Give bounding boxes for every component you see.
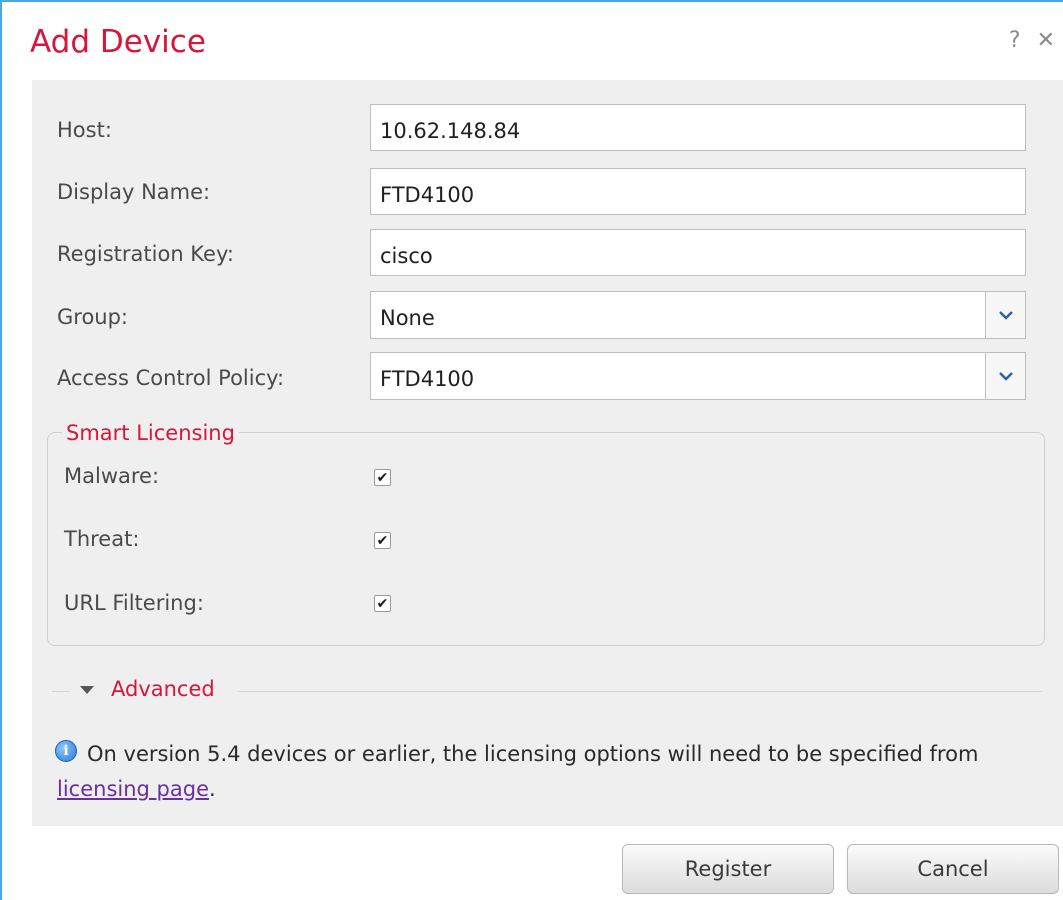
smart-licensing-legend: Smart Licensing	[62, 421, 239, 445]
info-message-suffix: .	[208, 777, 216, 801]
group-select-value: None	[380, 306, 435, 330]
registration-key-label: Registration Key:	[57, 242, 234, 266]
add-device-dialog: Add Device ? ✕ Host: 10.62.148.84 Displa…	[0, 0, 1063, 900]
access-control-policy-label: Access Control Policy:	[57, 366, 285, 390]
access-control-policy-select-value: FTD4100	[380, 367, 475, 391]
chevron-down-icon[interactable]	[985, 292, 1025, 338]
display-name-label: Display Name:	[57, 180, 211, 204]
title-actions: ? ✕	[1009, 28, 1055, 53]
group-select[interactable]: None	[370, 291, 1026, 339]
info-message: On version 5.4 devices or earlier, the l…	[57, 737, 1027, 807]
info-icon: i	[55, 740, 77, 762]
cancel-button[interactable]: Cancel	[847, 844, 1059, 894]
licensing-page-link[interactable]: licensing page	[57, 777, 209, 801]
host-label: Host:	[57, 118, 112, 142]
dialog-title: Add Device	[30, 24, 206, 60]
advanced-divider-right	[238, 691, 1042, 692]
checkmark-icon: ✔	[376, 469, 389, 486]
malware-label: Malware:	[64, 464, 160, 488]
host-input[interactable]: 10.62.148.84	[370, 104, 1026, 151]
threat-checkbox[interactable]: ✔	[374, 532, 391, 549]
display-name-input[interactable]: FTD4100	[370, 168, 1026, 215]
close-icon[interactable]: ✕	[1037, 28, 1055, 53]
group-label: Group:	[57, 305, 129, 329]
help-icon[interactable]: ?	[1009, 28, 1021, 53]
advanced-divider-left	[52, 691, 70, 692]
register-button[interactable]: Register	[622, 844, 834, 894]
advanced-toggle[interactable]: Advanced	[111, 677, 215, 701]
url-filtering-checkbox[interactable]: ✔	[374, 595, 391, 612]
chevron-down-icon[interactable]	[985, 353, 1025, 399]
threat-label: Threat:	[64, 527, 140, 551]
caret-down-icon[interactable]	[80, 686, 94, 694]
url-filtering-label: URL Filtering:	[64, 591, 204, 615]
access-control-policy-select[interactable]: FTD4100	[370, 352, 1026, 400]
malware-checkbox[interactable]: ✔	[374, 469, 391, 486]
checkmark-icon: ✔	[376, 532, 389, 549]
checkmark-icon: ✔	[376, 595, 389, 612]
info-message-text: On version 5.4 devices or earlier, the l…	[87, 742, 979, 766]
registration-key-input[interactable]: cisco	[370, 229, 1026, 276]
